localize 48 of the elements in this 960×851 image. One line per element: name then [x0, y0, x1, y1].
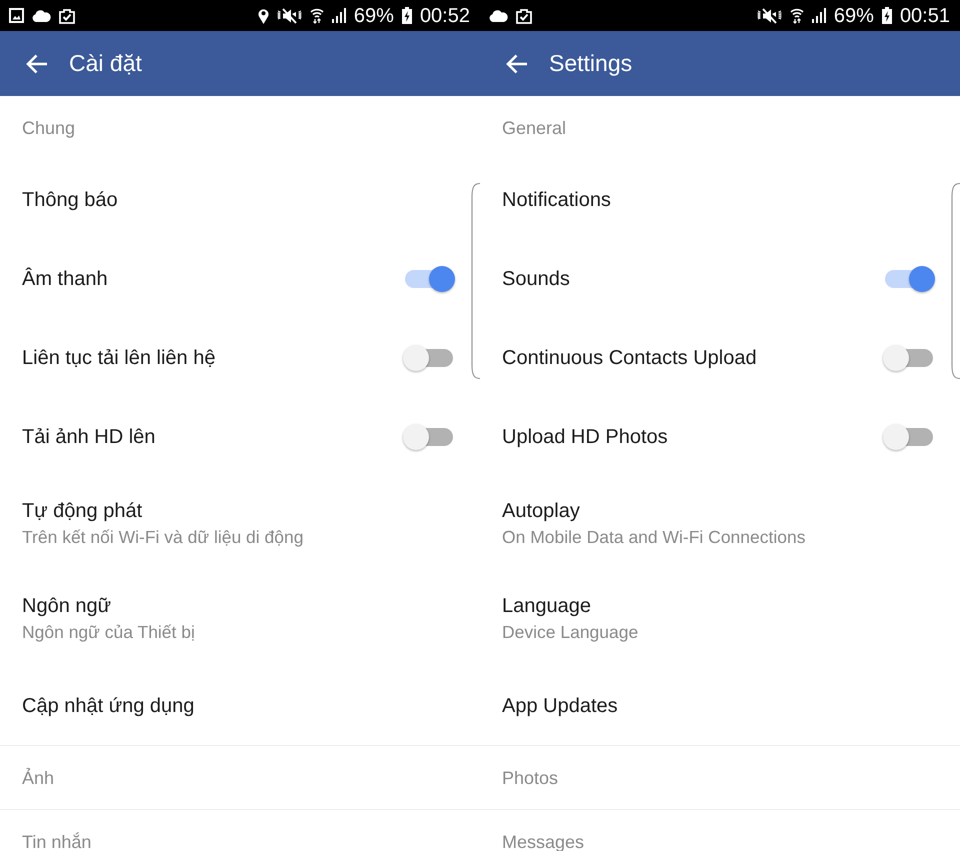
cloud-icon: [489, 10, 508, 22]
battery-charging-icon: [882, 7, 892, 24]
setting-subtitle: Trên kết nối Wi-Fi và dữ liệu di động: [22, 526, 304, 548]
clock-time: 00:51: [900, 4, 950, 26]
back-arrow-icon: [506, 54, 528, 74]
setting-label[interactable]: Notifications: [502, 188, 611, 212]
wifi-icon: [310, 7, 324, 24]
back-arrow-icon: [26, 54, 48, 74]
section-header: General: [502, 118, 566, 138]
setting-label[interactable]: Upload HD Photos: [502, 424, 668, 448]
setting-label[interactable]: App Updates: [502, 694, 618, 718]
section-header: Chung: [22, 118, 76, 138]
setting-label[interactable]: Liên tục tải lên liên hệ: [22, 346, 216, 370]
location-pin-icon: [258, 8, 269, 24]
clipboard-check-icon: [59, 8, 75, 24]
battery-percentage: 69%: [834, 4, 874, 26]
setting-label[interactable]: Âm thanh: [22, 266, 108, 290]
cloud-icon: [32, 10, 51, 22]
clipboard-check-icon: [516, 8, 532, 24]
wifi-icon: [790, 7, 804, 24]
battery-charging-icon: [402, 7, 412, 24]
setting-label[interactable]: Autoplay: [502, 499, 580, 523]
section-header: Tin nhắn: [22, 832, 92, 851]
setting-label[interactable]: Cập nhật ứng dụng: [22, 694, 194, 718]
section-header: Ảnh: [22, 768, 54, 788]
setting-subtitle: Device Language: [502, 621, 638, 643]
setting-label[interactable]: Continuous Contacts Upload: [502, 346, 757, 370]
section-header: Photos: [502, 768, 558, 788]
setting-subtitle: On Mobile Data and Wi-Fi Connections: [502, 526, 806, 548]
clock-time: 00:52: [420, 4, 470, 26]
setting-label[interactable]: Thông báo: [22, 188, 118, 212]
screen-title: Settings: [549, 50, 632, 77]
setting-label[interactable]: Tự động phát: [22, 499, 142, 523]
battery-percentage: 69%: [354, 4, 394, 26]
muted-vibrate-icon: [756, 8, 782, 24]
signal-bars-icon: [332, 8, 346, 23]
setting-subtitle: Ngôn ngữ của Thiết bị: [22, 621, 195, 643]
setting-label[interactable]: Sounds: [502, 266, 570, 290]
gallery-icon: [9, 8, 24, 23]
setting-label[interactable]: Language: [502, 594, 591, 618]
setting-label[interactable]: Ngôn ngữ: [22, 594, 112, 618]
screen-title: Cài đặt: [69, 50, 142, 77]
muted-vibrate-icon: [276, 8, 302, 24]
edge-panel-handle[interactable]: [471, 183, 480, 379]
setting-label[interactable]: Tải ảnh HD lên: [22, 424, 156, 448]
signal-bars-icon: [812, 8, 826, 23]
section-header: Messages: [502, 832, 584, 851]
edge-panel-handle[interactable]: [951, 183, 960, 379]
